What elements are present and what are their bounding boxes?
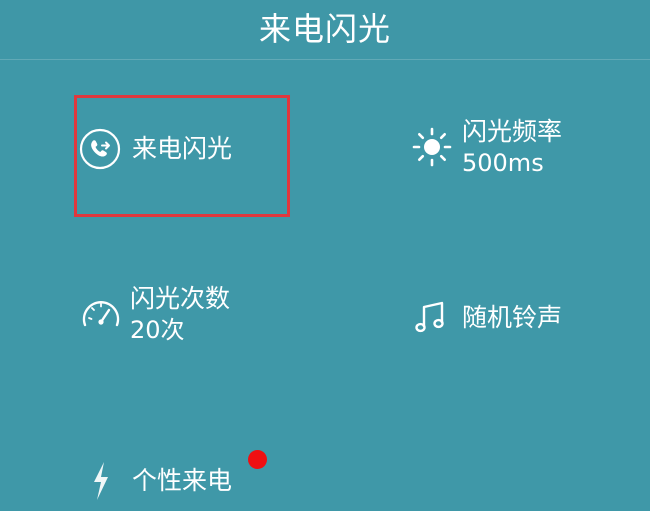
flash-count-value: 20次 — [130, 316, 185, 344]
page-title: 来电闪光 — [258, 10, 391, 48]
lightning-icon — [94, 462, 108, 500]
app-header: 来电闪光 — [0, 0, 650, 60]
flash-frequency-label: 闪光频率 — [462, 117, 563, 146]
new-badge-dot — [248, 450, 267, 469]
flash-count-tile[interactable]: 闪光次数 20次 — [78, 283, 230, 345]
random-ringtone-tile[interactable]: 随机铃声 — [410, 298, 562, 338]
highlight-box — [74, 95, 290, 217]
flash-count-label: 闪光次数 — [130, 284, 231, 313]
personalized-call-label: 个性来电 — [132, 466, 233, 495]
flash-frequency-tile[interactable]: 闪光频率 500ms — [410, 116, 562, 178]
speedometer-icon — [82, 301, 120, 327]
music-note-icon — [415, 301, 444, 333]
flash-frequency-value: 500ms — [462, 149, 544, 177]
random-ringtone-label: 随机铃声 — [462, 303, 563, 332]
personalized-call-tile[interactable]: 个性来电 — [90, 460, 232, 502]
sun-icon — [412, 127, 452, 167]
